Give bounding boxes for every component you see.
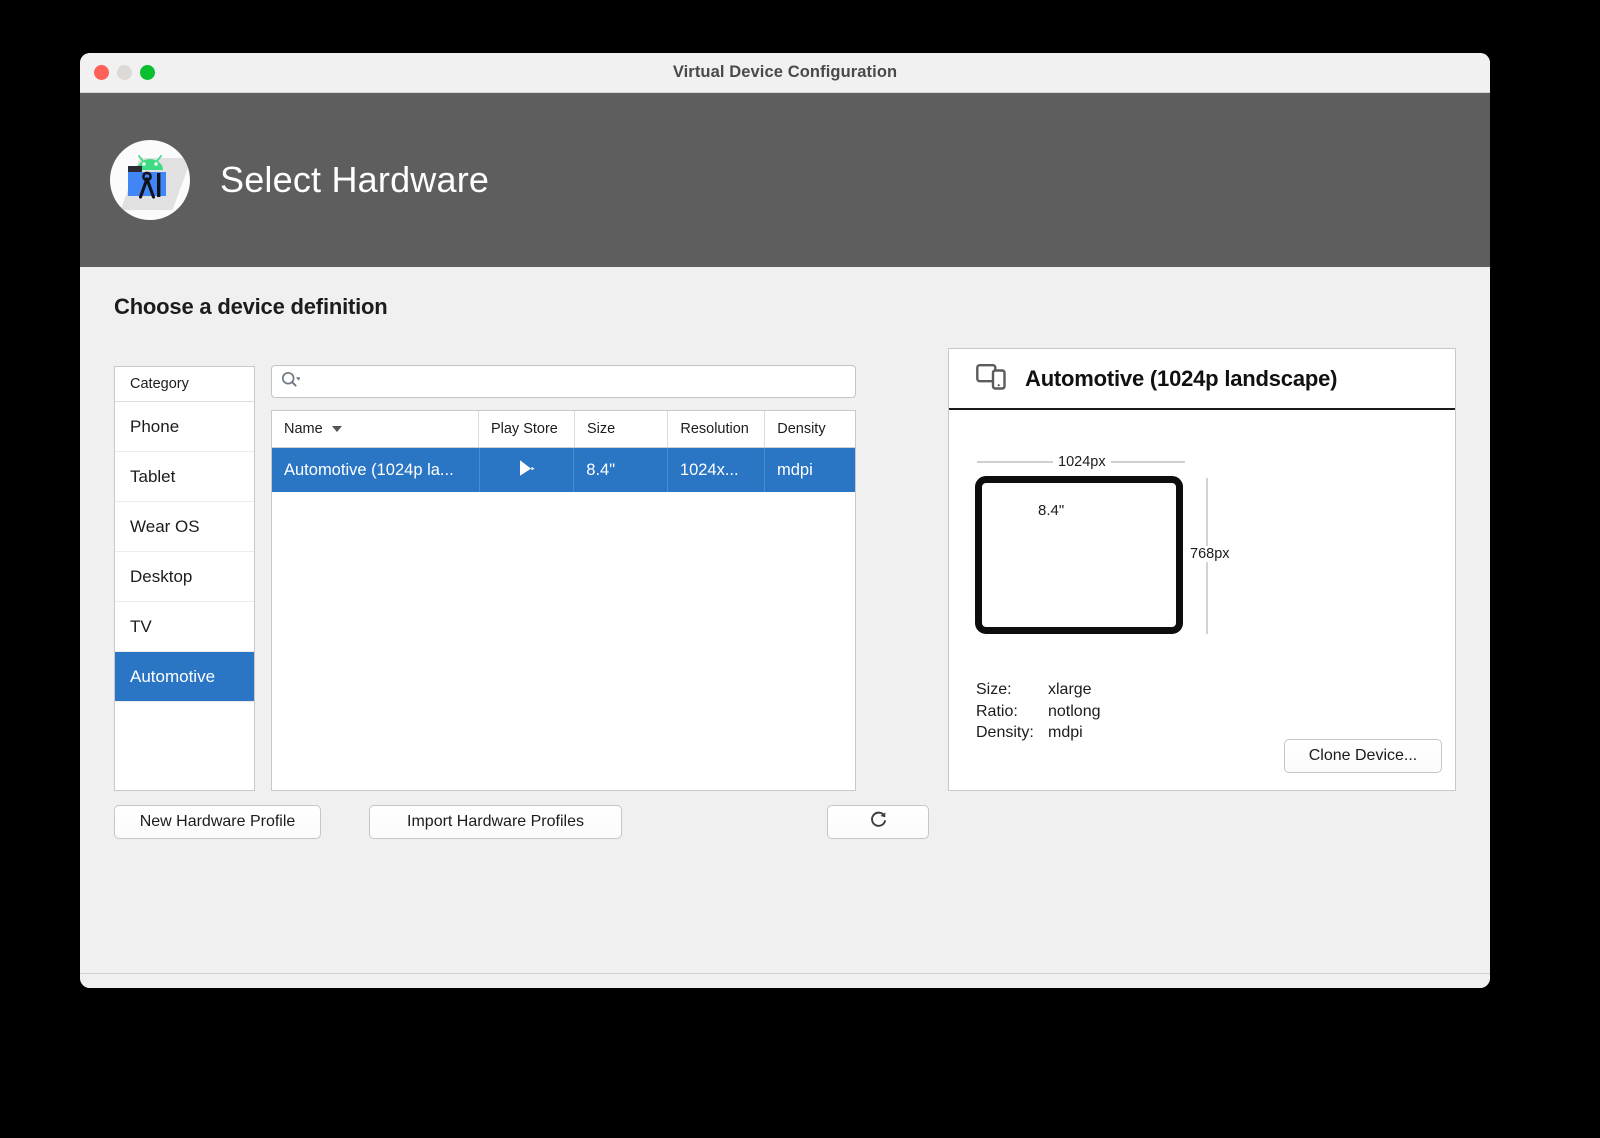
refresh-button[interactable] xyxy=(827,805,929,839)
category-list: Category Phone Tablet Wear OS Desktop TV… xyxy=(114,366,255,791)
refresh-icon xyxy=(868,809,889,835)
close-button[interactable] xyxy=(94,65,109,80)
cell-name: Automotive (1024p la... xyxy=(272,448,480,492)
cell-size: 8.4" xyxy=(574,448,668,492)
device-size-diagram: 1024px 768px 8.4" xyxy=(949,410,1455,670)
search-input[interactable] xyxy=(306,374,826,390)
minimize-button[interactable] xyxy=(117,65,132,80)
spec-size: Size: xlarge xyxy=(976,679,1101,701)
table-row[interactable]: Automotive (1024p la... 8.4" 1024x... md… xyxy=(272,448,855,492)
titlebar: Virtual Device Configuration xyxy=(80,53,1490,93)
column-header-size[interactable]: Size xyxy=(575,411,668,447)
device-diagonal-label: 8.4" xyxy=(1035,502,1067,519)
device-height-label: 768px xyxy=(1186,546,1234,562)
spec-density: Density: mdpi xyxy=(976,722,1101,744)
zoom-button[interactable] xyxy=(140,65,155,80)
category-item-automotive[interactable]: Automotive xyxy=(115,652,254,702)
device-specs: Size: xlarge Ratio: notlong Density: mdp… xyxy=(976,679,1101,744)
search-field[interactable] xyxy=(271,365,856,398)
spec-density-key: Density: xyxy=(976,722,1048,744)
page-title: Select Hardware xyxy=(220,159,489,201)
spec-ratio: Ratio: notlong xyxy=(976,701,1101,723)
category-item-tablet[interactable]: Tablet xyxy=(115,452,254,502)
devices-icon xyxy=(976,363,1008,395)
search-icon xyxy=(281,371,300,393)
column-header-play-store[interactable]: Play Store xyxy=(479,411,575,447)
preview-device-name: Automotive (1024p landscape) xyxy=(1025,366,1337,392)
cell-resolution: 1024x... xyxy=(668,448,765,492)
android-studio-logo-icon xyxy=(110,140,190,220)
play-store-icon xyxy=(514,456,538,485)
category-list-header: Category xyxy=(115,367,254,402)
category-item-phone[interactable]: Phone xyxy=(115,402,254,452)
spec-size-value: xlarge xyxy=(1048,679,1092,701)
window-title: Virtual Device Configuration xyxy=(80,63,1490,82)
spec-density-value: mdpi xyxy=(1048,722,1083,744)
category-item-desktop[interactable]: Desktop xyxy=(115,552,254,602)
spec-ratio-key: Ratio: xyxy=(976,701,1048,723)
device-screen-rect xyxy=(975,476,1183,634)
import-hardware-profiles-button[interactable]: Import Hardware Profiles xyxy=(369,805,622,839)
device-preview-panel: Automotive (1024p landscape) 1024px 768p… xyxy=(948,348,1456,791)
column-header-resolution[interactable]: Resolution xyxy=(668,411,765,447)
wizard-body: Choose a device definition Category Phon… xyxy=(80,267,1490,973)
section-title: Choose a device definition xyxy=(114,294,388,320)
cell-play-store xyxy=(480,448,575,492)
spec-ratio-value: notlong xyxy=(1048,701,1101,723)
virtual-device-configuration-window: Virtual Device Configuration xyxy=(80,53,1490,988)
category-item-tv[interactable]: TV xyxy=(115,602,254,652)
device-table: Name Play Store Size Resolution Density … xyxy=(271,410,856,791)
column-header-density[interactable]: Density xyxy=(765,411,855,447)
new-hardware-profile-button[interactable]: New Hardware Profile xyxy=(114,805,321,839)
window-controls xyxy=(94,65,155,80)
table-header-row: Name Play Store Size Resolution Density xyxy=(272,411,855,448)
sort-descending-icon xyxy=(332,426,342,432)
wizard-footer: ? Cancel Previous Next Finish xyxy=(80,973,1490,988)
cell-density: mdpi xyxy=(765,448,855,492)
preview-header: Automotive (1024p landscape) xyxy=(949,349,1455,410)
column-header-name-label: Name xyxy=(284,421,323,437)
spec-size-key: Size: xyxy=(976,679,1048,701)
device-width-label: 1024px xyxy=(1053,454,1111,470)
category-item-wear-os[interactable]: Wear OS xyxy=(115,502,254,552)
clone-device-button[interactable]: Clone Device... xyxy=(1284,739,1442,773)
column-header-name[interactable]: Name xyxy=(272,411,479,447)
wizard-header: Select Hardware xyxy=(80,93,1490,267)
